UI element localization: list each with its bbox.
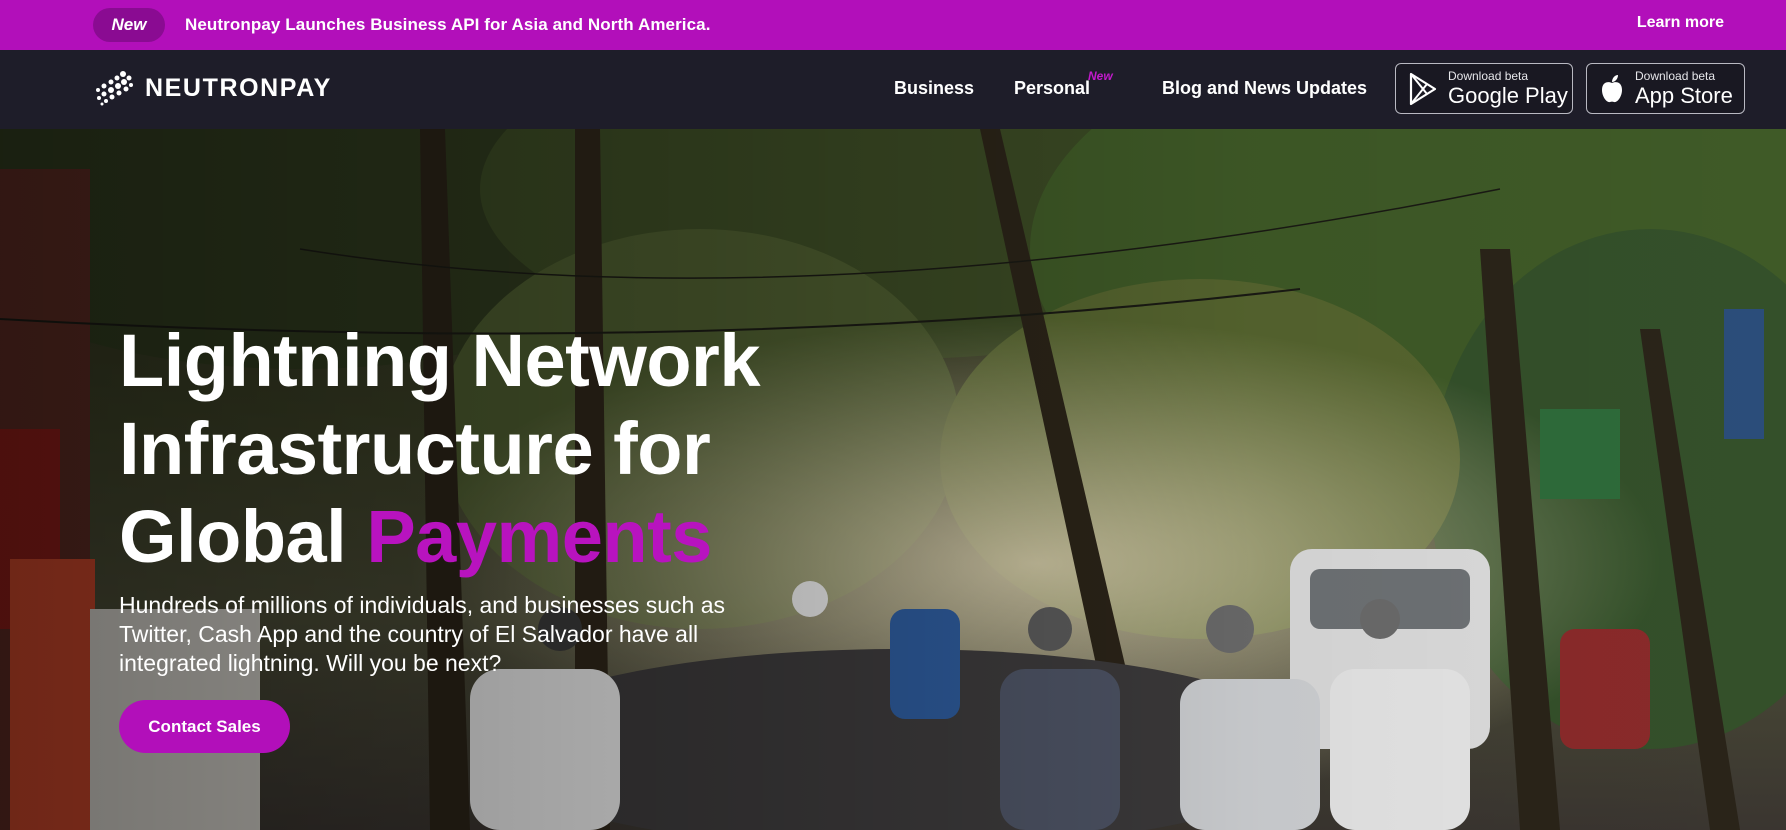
top-nav: NEUTRONPAY Business Personal New Blog an… bbox=[0, 50, 1786, 129]
dotted-sphere-logo-icon bbox=[96, 71, 133, 106]
google-play-button[interactable]: Download beta Google Play bbox=[1395, 63, 1573, 114]
hero-title-line2: Infrastructure for bbox=[119, 407, 711, 490]
contact-sales-button[interactable]: Contact Sales bbox=[119, 700, 290, 753]
hero-section: Lightning Network Infrastructure for Glo… bbox=[0, 129, 1786, 830]
apple-icon bbox=[1602, 74, 1622, 102]
google-play-small-text: Download beta bbox=[1448, 69, 1529, 83]
hero-text-block: Lightning Network Infrastructure for Glo… bbox=[119, 317, 819, 678]
hero-title-accent: Payments bbox=[366, 495, 712, 578]
brand-logo[interactable]: NEUTRONPAY bbox=[93, 69, 332, 107]
hero-subtitle: Hundreds of millions of individuals, and… bbox=[119, 592, 725, 676]
app-store-small-text: Download beta bbox=[1635, 69, 1716, 83]
app-store-button[interactable]: Download beta App Store bbox=[1586, 63, 1745, 114]
announcement-text: Neutronpay Launches Business API for Asi… bbox=[185, 15, 711, 34]
nav-blog-news[interactable]: Blog and News Updates bbox=[1162, 78, 1367, 99]
google-play-icon bbox=[1409, 72, 1437, 105]
hero-title-line3: Global bbox=[119, 495, 347, 578]
learn-more-link[interactable]: Learn more bbox=[1637, 14, 1724, 32]
app-store-label: App Store bbox=[1635, 83, 1733, 108]
new-tag: New bbox=[1088, 69, 1113, 83]
announcement-bar: New Neutronpay Launches Business API for… bbox=[0, 0, 1786, 50]
new-badge: New bbox=[93, 8, 165, 42]
nav-business[interactable]: Business bbox=[894, 78, 974, 99]
google-play-label: Google Play bbox=[1448, 83, 1568, 108]
brand-wordmark: NEUTRONPAY bbox=[145, 73, 332, 102]
hero-title-line1: Lightning Network bbox=[119, 319, 761, 402]
nav-personal[interactable]: Personal New bbox=[1014, 69, 1113, 99]
nav-personal-label: Personal bbox=[1014, 78, 1091, 98]
landing-page: New Neutronpay Launches Business API for… bbox=[0, 0, 1786, 830]
hero-title: Lightning Network Infrastructure for Glo… bbox=[119, 317, 819, 581]
